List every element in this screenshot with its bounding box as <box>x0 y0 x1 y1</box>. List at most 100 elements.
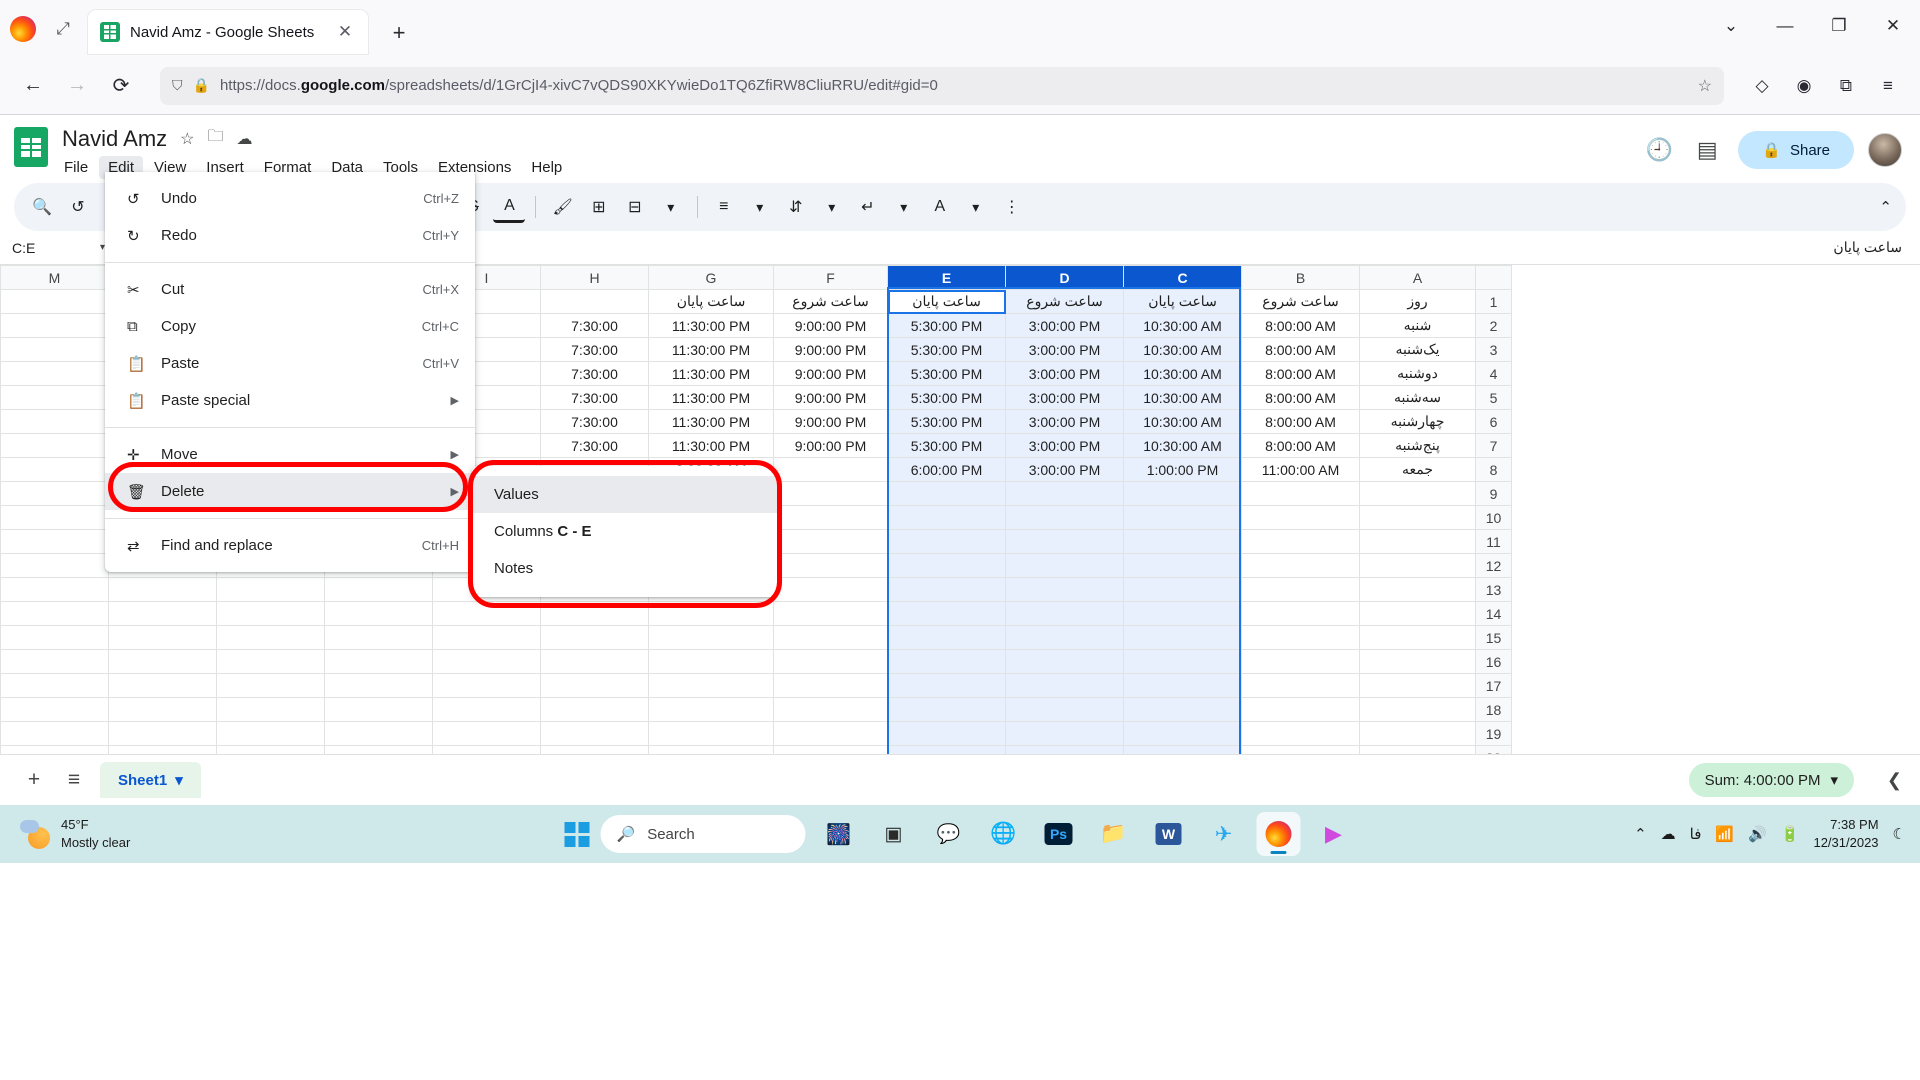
grid-cell-M5[interactable] <box>0 385 109 410</box>
grid-cell-K18[interactable] <box>216 697 325 722</box>
grid-cell-E8[interactable]: 6:00:00 PM <box>887 457 1006 482</box>
grid-cell-D16[interactable] <box>1005 649 1124 674</box>
delete-submenu[interactable]: Values Columns C - E Notes <box>472 466 777 597</box>
merge-chevron-icon[interactable]: ▾ <box>655 191 687 223</box>
delete-submenu-item-columns[interactable]: Columns C - E <box>472 513 777 550</box>
move-to-folder-icon[interactable]: 🗀 <box>208 125 224 152</box>
row-header-6[interactable]: 6 <box>1475 409 1512 434</box>
search-icon[interactable]: 🔍 <box>26 191 58 223</box>
grid-cell-H20[interactable] <box>540 745 649 754</box>
taskbar-weather-widget[interactable]: 45°F Mostly clear <box>0 816 130 851</box>
grid-cell-F16[interactable] <box>773 649 888 674</box>
grid-cell-M13[interactable] <box>0 577 109 602</box>
grid-cell-B17[interactable] <box>1241 673 1360 698</box>
grid-cell-G5[interactable]: 11:30:00 PM <box>648 385 774 410</box>
word-icon[interactable]: W <box>1147 812 1191 856</box>
taskbar-clock[interactable]: 7:38 PM 12/31/2023 <box>1813 816 1878 851</box>
reload-button[interactable]: ⟳ <box>102 67 140 105</box>
column-header-D[interactable]: D <box>1005 265 1124 290</box>
grid-cell-M3[interactable] <box>0 337 109 362</box>
grid-cell-I14[interactable] <box>432 601 541 626</box>
row-header-9[interactable]: 9 <box>1475 481 1512 506</box>
column-header-G[interactable]: G <box>648 265 774 290</box>
grid-cell-E18[interactable] <box>887 697 1006 722</box>
grid-cell-A16[interactable] <box>1359 649 1476 674</box>
grid-cell-C18[interactable] <box>1123 697 1242 722</box>
grid-cell-J18[interactable] <box>324 697 433 722</box>
battery-icon[interactable]: 🔋 <box>1781 825 1800 843</box>
grid-cell-B7[interactable]: 8:00:00 AM <box>1241 433 1360 458</box>
row-header-10[interactable]: 10 <box>1475 505 1512 530</box>
url-bar[interactable]: ⛉ 🔒 https://docs.google.com/spreadsheets… <box>160 66 1724 105</box>
grid-cell-D18[interactable] <box>1005 697 1124 722</box>
photoshop-icon[interactable]: Ps <box>1037 812 1081 856</box>
grid-cell-D13[interactable] <box>1005 577 1124 602</box>
grid-cell-F2[interactable]: 9:00:00 PM <box>773 313 888 338</box>
grid-cell-M1[interactable] <box>0 289 109 314</box>
more-options-icon[interactable]: ⋮ <box>996 191 1028 223</box>
grid-cell-L16[interactable] <box>108 649 217 674</box>
grid-cell-F14[interactable] <box>773 601 888 626</box>
grid-cell-E12[interactable] <box>887 553 1006 578</box>
grid-cell-C20[interactable] <box>1123 745 1242 754</box>
grid-cell-M7[interactable] <box>0 433 109 458</box>
add-sheet-button[interactable]: + <box>14 760 54 800</box>
grid-cell-F19[interactable] <box>773 721 888 746</box>
grid-cell-M15[interactable] <box>0 625 109 650</box>
grid-cell-M14[interactable] <box>0 601 109 626</box>
column-header-A[interactable]: A <box>1359 265 1476 290</box>
grid-cell-C12[interactable] <box>1123 553 1242 578</box>
grid-cell-G4[interactable]: 11:30:00 PM <box>648 361 774 386</box>
grid-cell-L14[interactable] <box>108 601 217 626</box>
back-button[interactable]: ← <box>14 67 52 105</box>
merge-cells-icon[interactable]: ⊟ <box>619 191 651 223</box>
grid-cell-E17[interactable] <box>887 673 1006 698</box>
grid-cell-G3[interactable]: 11:30:00 PM <box>648 337 774 362</box>
tab-list-chevron-icon[interactable]: ⌄ <box>1704 0 1758 52</box>
expand-icon[interactable]: ⤢ <box>52 18 74 40</box>
grid-cell-M4[interactable] <box>0 361 109 386</box>
collapse-toolbar-icon[interactable]: ⌃ <box>1879 198 1892 216</box>
tab-close-icon[interactable]: ✕ <box>334 22 356 42</box>
grid-cell-M18[interactable] <box>0 697 109 722</box>
all-sheets-button[interactable]: ≡ <box>54 760 94 800</box>
grid-cell-H14[interactable] <box>540 601 649 626</box>
grid-cell-H6[interactable]: 7:30:00 <box>540 409 649 434</box>
corner-cell[interactable] <box>1475 265 1512 290</box>
grid-cell-E19[interactable] <box>887 721 1006 746</box>
grid-cell-A9[interactable] <box>1359 481 1476 506</box>
row-header-4[interactable]: 4 <box>1475 361 1512 386</box>
media-player-icon[interactable]: ▶ <box>1312 812 1356 856</box>
edit-menu-item-move[interactable]: ✛ Move ▶ <box>105 436 475 473</box>
grid-cell-B12[interactable] <box>1241 553 1360 578</box>
sum-status-chip[interactable]: Sum: 4:00:00 PM ▾ <box>1688 763 1854 797</box>
edit-menu-item-paste[interactable]: 📋 Paste Ctrl+V <box>105 345 475 382</box>
grid-cell-F15[interactable] <box>773 625 888 650</box>
grid-cell-C16[interactable] <box>1123 649 1242 674</box>
grid-cell-C10[interactable] <box>1123 505 1242 530</box>
column-header-C[interactable]: C <box>1123 265 1242 290</box>
grid-cell-I19[interactable] <box>432 721 541 746</box>
grid-cell-M2[interactable] <box>0 313 109 338</box>
document-title[interactable]: Navid Amz <box>62 126 167 152</box>
grid-cell-A7[interactable]: پنج‌شنبه <box>1359 433 1476 458</box>
extensions-icon[interactable]: ⧉ <box>1828 68 1864 104</box>
grid-cell-E3[interactable]: 5:30:00 PM <box>887 337 1006 362</box>
account-icon[interactable]: ◉ <box>1786 68 1822 104</box>
grid-cell-A18[interactable] <box>1359 697 1476 722</box>
grid-cell-C5[interactable]: 10:30:00 AM <box>1123 385 1242 410</box>
grid-cell-B1[interactable]: ساعت شروع <box>1241 289 1360 314</box>
grid-cell-G18[interactable] <box>648 697 774 722</box>
sheet-tab-sheet1[interactable]: Sheet1 ▾ <box>100 762 201 798</box>
edit-menu-dropdown[interactable]: ↺ Undo Ctrl+Z ↻ Redo Ctrl+Y ✂ Cut Ctrl+X ⧉ Copy Ctr… <box>105 172 475 572</box>
row-header-19[interactable]: 19 <box>1475 721 1512 746</box>
wifi-icon[interactable]: 📶 <box>1715 825 1734 843</box>
grid-cell-I20[interactable] <box>432 745 541 754</box>
grid-cell-A4[interactable]: دوشنبه <box>1359 361 1476 386</box>
grid-cell-D6[interactable]: 3:00:00 PM <box>1005 409 1124 434</box>
grid-cell-M17[interactable] <box>0 673 109 698</box>
grid-cell-A20[interactable] <box>1359 745 1476 754</box>
grid-cell-G1[interactable]: ساعت پایان <box>648 289 774 314</box>
grid-cell-D19[interactable] <box>1005 721 1124 746</box>
grid-cell-G19[interactable] <box>648 721 774 746</box>
